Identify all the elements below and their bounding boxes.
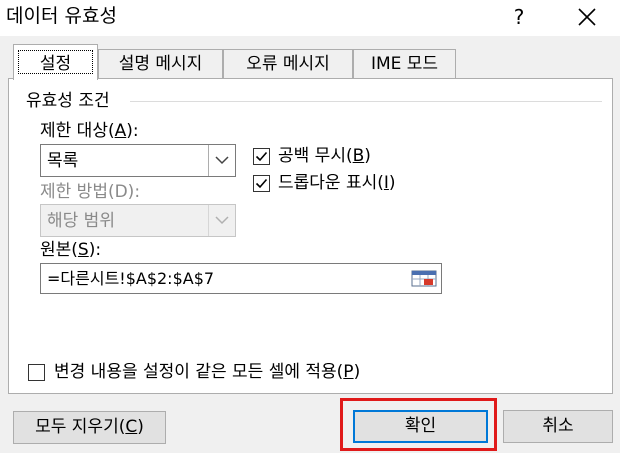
group-title: 유효성 조건 [26, 90, 114, 112]
tab-settings[interactable]: 설정 [13, 44, 98, 80]
in-cell-dropdown-checkbox[interactable] [253, 175, 270, 192]
source-input[interactable]: =다른시트!$A$2:$A$7 [40, 263, 442, 294]
tab-ime-mode[interactable]: IME 모드 [353, 49, 456, 79]
apply-all-checkbox[interactable] [28, 364, 45, 381]
range-select-button[interactable] [409, 267, 439, 290]
checkmark-icon [255, 151, 268, 162]
data-select[interactable]: 해당 범위 [40, 204, 236, 237]
data-label: 제한 방법(D): [40, 182, 141, 202]
close-button[interactable] [565, 2, 609, 32]
tab-label: IME 모드 [370, 54, 439, 74]
chevron-down-icon [215, 216, 229, 225]
chevron-down-icon [215, 156, 229, 165]
ok-button-highlight [340, 398, 497, 451]
cancel-button[interactable]: 취소 [503, 410, 613, 443]
allow-select[interactable]: 목록 [40, 144, 236, 177]
tab-error-alert[interactable]: 오류 메시지 [223, 49, 353, 79]
allow-select-value: 목록 [47, 151, 79, 171]
dropdown-button[interactable] [208, 205, 235, 236]
in-cell-dropdown-label[interactable]: 드롭다운 표시(I) [278, 172, 396, 194]
source-label: 원본(S): [40, 240, 102, 260]
allow-label: 제한 대상(A): [40, 121, 139, 141]
group-divider [130, 101, 602, 102]
help-button[interactable]: ? [500, 2, 538, 32]
tab-input-message[interactable]: 설명 메시지 [98, 49, 223, 79]
window-title: 데이터 유효성 [6, 5, 117, 27]
source-value: =다른시트!$A$2:$A$7 [47, 269, 215, 288]
range-select-icon [411, 270, 437, 287]
dropdown-button[interactable] [208, 145, 235, 176]
data-select-value: 해당 범위 [47, 211, 115, 231]
tab-label: 설명 메시지 [118, 54, 203, 74]
tab-label: 오류 메시지 [246, 54, 330, 74]
ignore-blank-checkbox[interactable] [253, 148, 270, 165]
close-icon [578, 8, 596, 26]
clear-all-button[interactable]: 모두 지우기(C) [13, 411, 166, 444]
ignore-blank-label[interactable]: 공백 무시(B) [278, 145, 371, 167]
apply-all-label[interactable]: 변경 내용을 설정이 같은 모든 셀에 적용(P) [54, 361, 360, 383]
tab-label: 설정 [39, 54, 72, 74]
checkmark-icon [255, 178, 268, 189]
